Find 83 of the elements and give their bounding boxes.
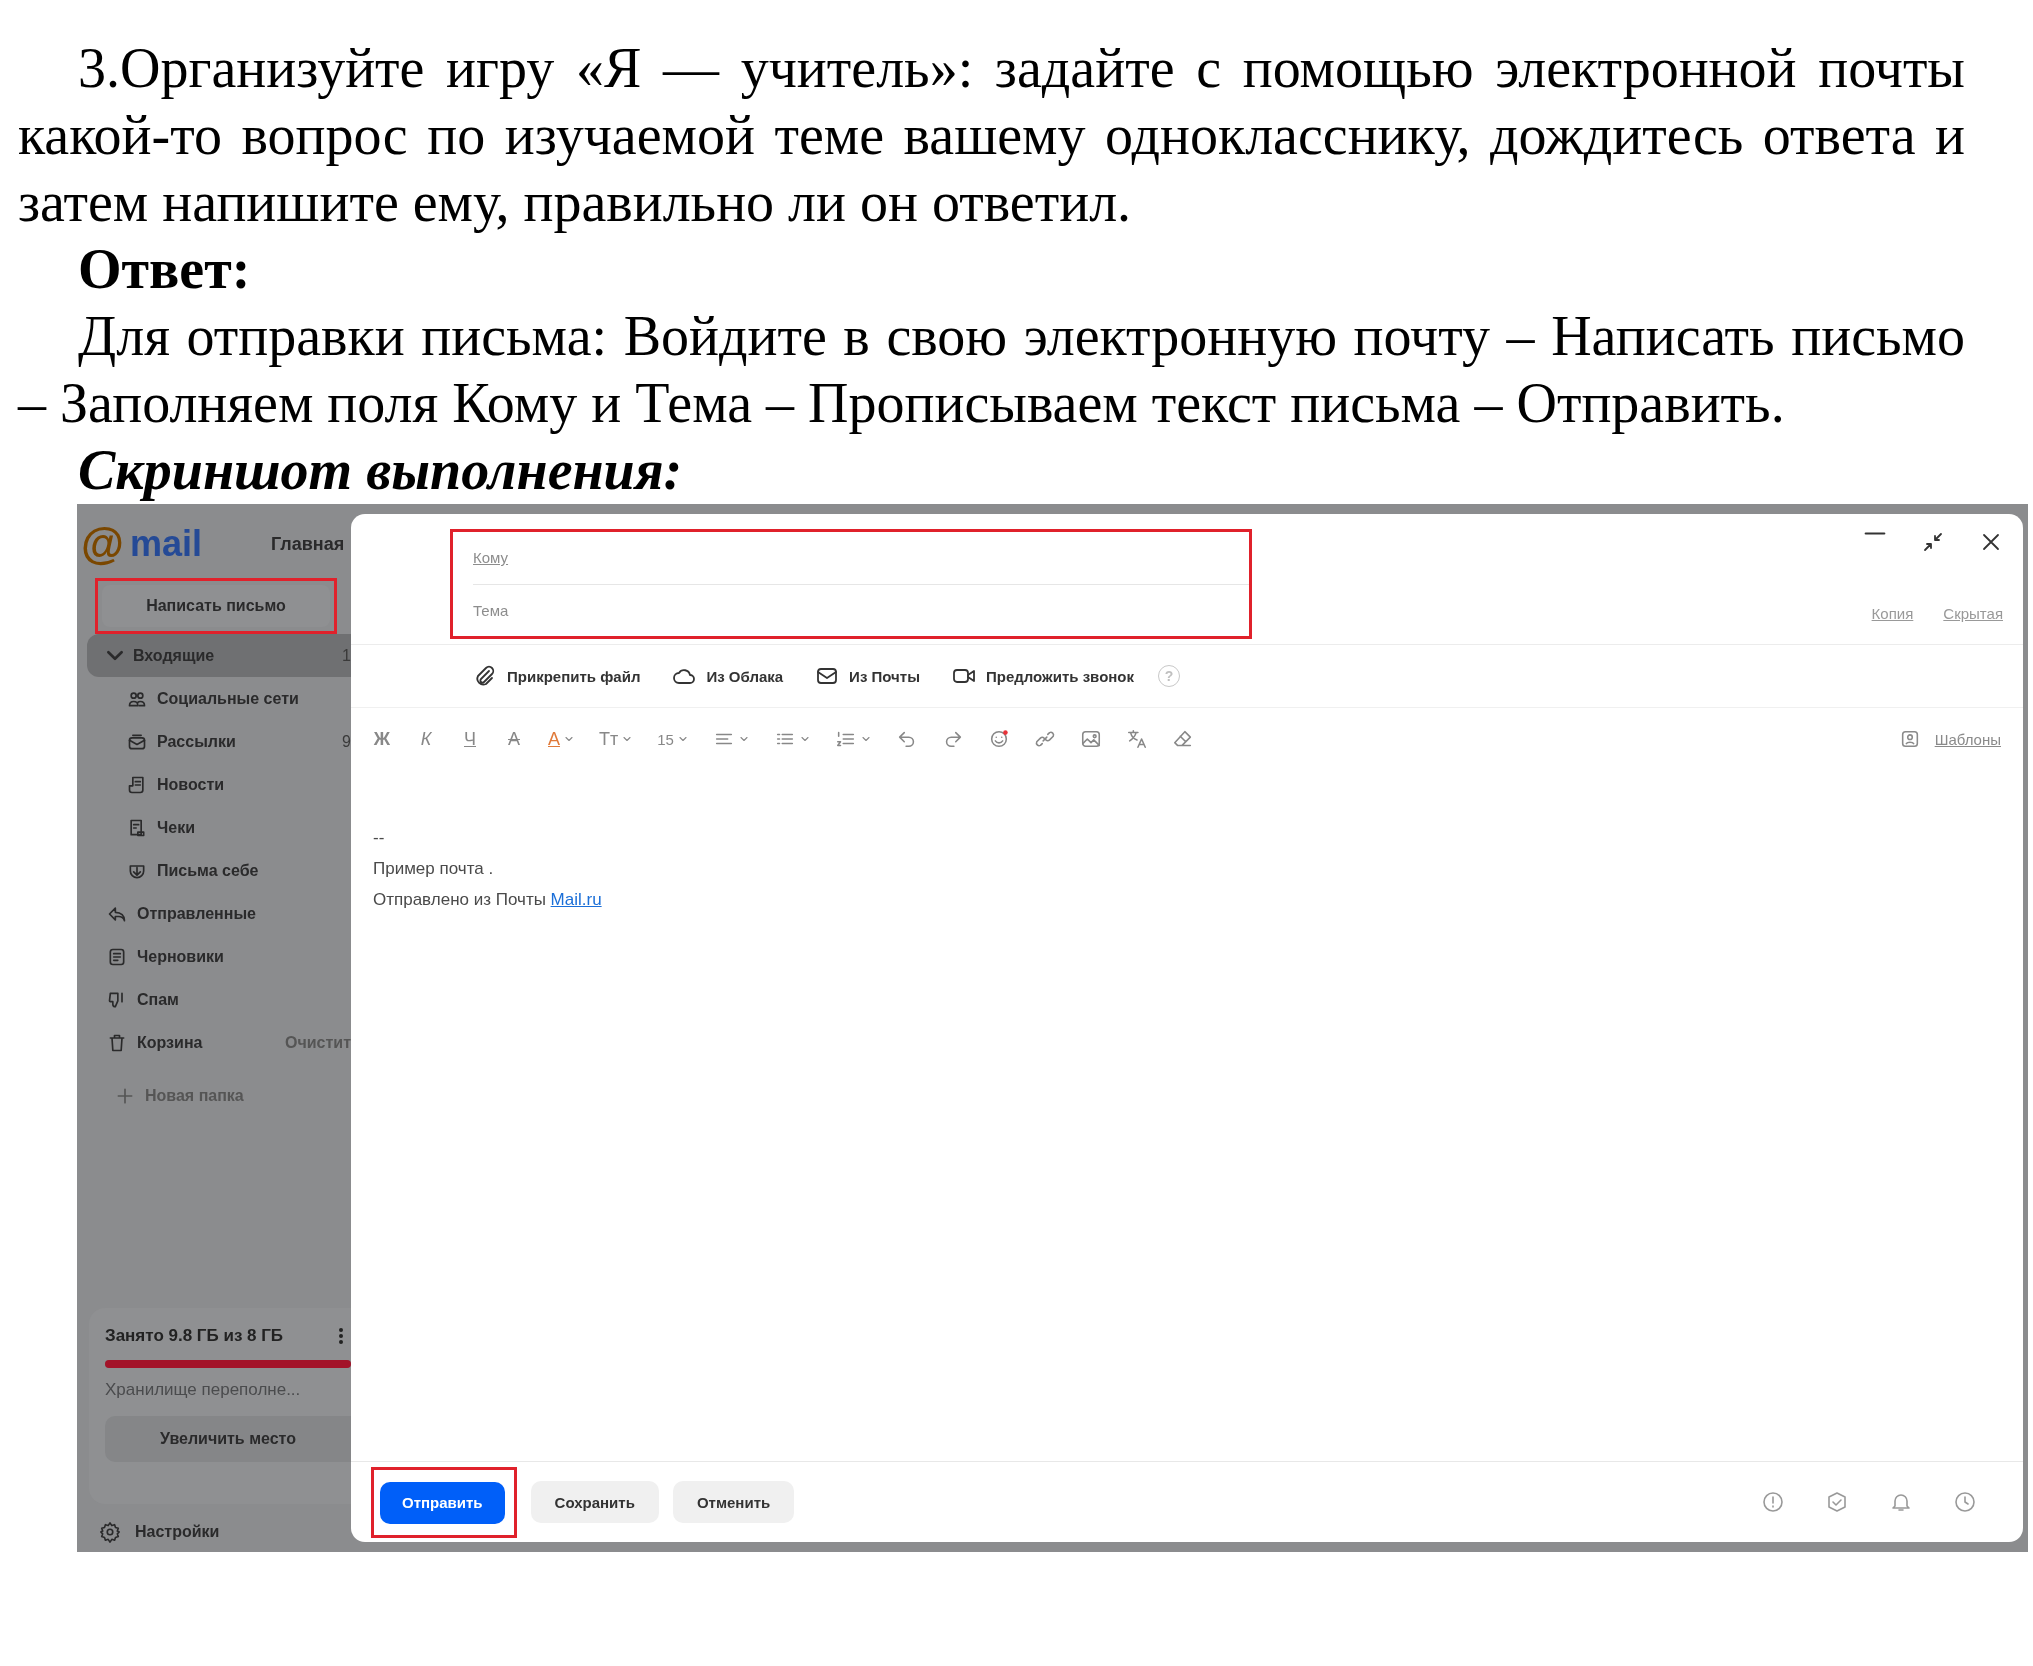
new-folder-button[interactable]: Новая папка bbox=[87, 1074, 351, 1117]
clear-link[interactable]: Очистит bbox=[285, 1033, 351, 1052]
attach-option[interactable]: Из Облака bbox=[672, 664, 784, 688]
translate-icon bbox=[1125, 728, 1148, 750]
folder-item[interactable]: Рассылки 9 bbox=[87, 720, 351, 763]
folder-label: Социальные сети bbox=[157, 689, 299, 708]
save-button[interactable]: Сохранить bbox=[530, 1481, 659, 1523]
italic-button[interactable]: К bbox=[411, 724, 441, 754]
trash-icon bbox=[107, 1032, 127, 1053]
recipient-field[interactable]: Кому bbox=[473, 532, 1249, 585]
hidden-copy-link[interactable]: Скрытая bbox=[1943, 605, 2003, 622]
screenshot-heading: Скриншот выполнения: bbox=[78, 438, 683, 503]
text-size-button[interactable]: Тт bbox=[594, 724, 639, 754]
gear-icon bbox=[99, 1521, 121, 1543]
signature-separator: -- bbox=[373, 827, 386, 849]
storage-usage: Занято 9.8 ГБ из 8 ГБ bbox=[105, 1326, 284, 1346]
field-label: Тема bbox=[473, 601, 509, 619]
signature-text: Пример почта . bbox=[373, 858, 495, 880]
paperclip-icon bbox=[473, 664, 497, 688]
sent-from-text: Отправлено из Почты Mail.ru bbox=[373, 889, 603, 911]
folder-label: Чеки bbox=[157, 818, 195, 837]
folder-label: Отправленные bbox=[137, 904, 256, 923]
collapse-arrows-icon bbox=[1921, 530, 1945, 554]
mail-logo: @mail bbox=[81, 522, 202, 566]
folder-label: Рассылки bbox=[157, 732, 236, 751]
send-button[interactable]: Отправить bbox=[380, 1481, 505, 1524]
field-label: Кому bbox=[473, 549, 509, 567]
folder-item[interactable]: Чеки bbox=[87, 806, 351, 849]
collapse-button[interactable] bbox=[1921, 530, 1945, 554]
chevron-down-icon bbox=[107, 650, 123, 661]
folder-item[interactable]: Корзина Очистит bbox=[87, 1021, 351, 1064]
underline-button[interactable]: Ч bbox=[455, 724, 485, 754]
attach-label: Предложить звонок bbox=[985, 667, 1135, 685]
attach-option[interactable]: Прикрепить файл bbox=[473, 664, 641, 688]
nav-link[interactable]: Главная bbox=[271, 533, 351, 555]
copy-link[interactable]: Копия bbox=[1871, 605, 1914, 622]
folder-item[interactable]: Новости bbox=[87, 763, 351, 806]
receipt-icon bbox=[127, 817, 147, 838]
attach-label: Из Облака bbox=[706, 667, 784, 685]
folder-label: Входящие bbox=[133, 646, 215, 665]
cancel-button[interactable]: Отменить bbox=[672, 1481, 795, 1523]
document-lines-icon bbox=[107, 946, 127, 967]
exercise-text: 3.Организуйте игру «Я — учитель»: задайте с помощью электронной почты какой-то вопрос по изучаемой теме вашему однокласснику, дождитесь ответа и затем напишите ему, правильно ли он ответил. bbox=[18, 36, 1965, 235]
templates-link[interactable]: Шаблоны bbox=[1898, 728, 2001, 750]
folder-label: Корзина bbox=[137, 1033, 203, 1052]
folder-item[interactable]: Отправленные bbox=[87, 892, 351, 935]
settings-label: Настройки bbox=[135, 1523, 220, 1541]
attach-label: Из Почты bbox=[849, 667, 920, 685]
settings-item[interactable]: Настройки bbox=[77, 1512, 351, 1552]
more-icon[interactable] bbox=[339, 1326, 345, 1346]
mail-link[interactable]: Mail.ru bbox=[550, 890, 602, 909]
compose-button[interactable]: Написать письмо bbox=[102, 585, 330, 627]
image-icon bbox=[1079, 728, 1102, 750]
exclamation-circle-icon[interactable] bbox=[1761, 1490, 1785, 1514]
subject-field[interactable]: Тема bbox=[473, 584, 1249, 636]
storage-warning: Хранилище переполне... bbox=[105, 1380, 302, 1400]
folder-item[interactable]: Спам bbox=[87, 978, 351, 1021]
text-color-button[interactable]: A bbox=[543, 724, 580, 754]
bold-button[interactable]: Ж bbox=[367, 724, 397, 754]
clock-icon[interactable] bbox=[1953, 1490, 1977, 1514]
unread-count: 9 bbox=[342, 732, 351, 751]
folder-label: Спам bbox=[137, 990, 179, 1009]
folder-label: Новости bbox=[157, 775, 225, 794]
folder-label: Черновики bbox=[137, 947, 224, 966]
newspaper-icon bbox=[127, 774, 147, 795]
answer-heading: Ответ: bbox=[78, 237, 251, 302]
attach-label: Прикрепить файл bbox=[507, 667, 641, 685]
folder-label: Письма себе bbox=[157, 861, 259, 880]
font-size-button[interactable]: 15 bbox=[652, 726, 694, 752]
folder-label: Новая папка bbox=[145, 1086, 244, 1105]
folder-item[interactable]: Письма себе bbox=[87, 849, 351, 892]
check-badge-icon[interactable] bbox=[1825, 1490, 1849, 1514]
message-body[interactable]: -- Пример почта . Отправлено из Почты Mail.ru bbox=[351, 770, 2023, 1461]
folder-item[interactable]: Черновики bbox=[87, 935, 351, 978]
attach-option[interactable]: Предложить звонок bbox=[951, 664, 1135, 688]
strikethrough-button[interactable]: A bbox=[499, 724, 529, 754]
answer-text: Для отправки письма: Войдите в свою электронную почту – Написать письмо – Заполняем поля Кому и Тема – Прописываем текст письма – Отправить. bbox=[18, 304, 1965, 436]
attach-option[interactable]: Из Почты bbox=[815, 664, 920, 688]
unread-count: 1 bbox=[342, 646, 351, 665]
increase-storage-button[interactable]: Увеличить место bbox=[105, 1416, 351, 1462]
minimize-icon bbox=[1863, 530, 1887, 537]
folder-item[interactable]: Социальные сети bbox=[87, 677, 351, 720]
folder-item[interactable]: Входящие 1 bbox=[87, 634, 351, 677]
